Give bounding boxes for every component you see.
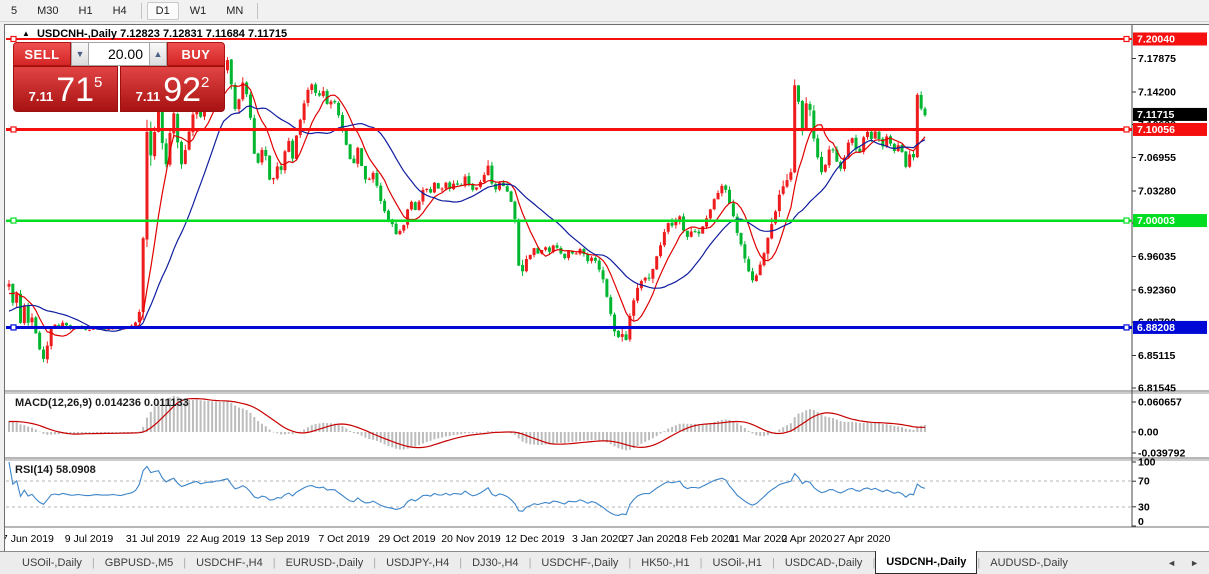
timeframe-button-D1[interactable]: D1 [146,1,179,20]
svg-text:7.11715: 7.11715 [1137,109,1175,121]
ask-price-sup: 2 [201,74,210,91]
sell-button[interactable]: SELL [13,42,71,66]
svg-text:7.10056: 7.10056 [1137,124,1175,136]
svg-text:17 Jun 2019: 17 Jun 2019 [5,533,54,545]
svg-text:13 Sep 2019: 13 Sep 2019 [250,533,310,545]
svg-text:7.03280: 7.03280 [1138,185,1176,197]
chart-ohlc-values: 7.12823 7.12831 7.11684 7.11715 [120,28,288,40]
ask-price-display[interactable]: 7.11 92 2 [120,66,225,112]
timeframe-button-W1[interactable]: W1 [181,2,216,20]
chart-tab[interactable]: AUDUSD-,Daily [980,552,1078,574]
spin-up-icon: ▲ [153,49,163,59]
svg-text:7.17875: 7.17875 [1138,53,1176,65]
spin-down-icon: ▼ [75,49,85,59]
one-click-trade-panel: SELL ▼ ▲ BUY 7.11 71 5 7.11 92 [13,42,225,112]
volume-input[interactable] [89,42,149,66]
svg-text:7.20040: 7.20040 [1137,34,1175,46]
chart-tab[interactable]: USOil-,H1 [702,552,772,574]
chart-symbol-label: USDCNH-,Daily [36,28,118,40]
svg-text:27 Jan 2020: 27 Jan 2020 [622,533,680,545]
svg-text:7 Oct 2019: 7 Oct 2019 [318,533,370,545]
svg-text:20 Nov 2019: 20 Nov 2019 [441,533,501,545]
svg-text:6.92360: 6.92360 [1138,284,1176,296]
chart-marker-icon: ▲ [22,29,30,38]
bid-price-small: 7.11 [28,89,54,104]
macd-indicator-label: MACD(12,26,9) 0.014236 0.011133 [15,397,189,409]
svg-text:18 Feb 2020: 18 Feb 2020 [676,533,735,545]
chart-title: ▲ USDCNH-,Daily 7.12823 7.12831 7.11684 … [22,28,287,40]
svg-text:29 Oct 2019: 29 Oct 2019 [378,533,435,545]
svg-text:0.060657: 0.060657 [1138,397,1182,409]
chart-tab[interactable]: USDCNH-,Daily [875,551,978,574]
svg-text:0.00: 0.00 [1138,427,1159,439]
bid-price-big: 71 [56,71,95,109]
svg-text:11 Mar 2020: 11 Mar 2020 [729,533,787,545]
volume-increase-button[interactable]: ▲ [149,42,167,66]
ask-price-big: 92 [163,71,202,109]
chart-tab[interactable]: DJ30-,H4 [462,552,528,574]
svg-text:2 Apr 2020: 2 Apr 2020 [782,533,833,545]
chart-tab[interactable]: USDCHF-,Daily [531,552,628,574]
svg-text:31 Jul 2019: 31 Jul 2019 [126,533,180,545]
trading-terminal: 5M30H1H4D1W1MN 7.178757.142007.106307.06… [0,0,1209,574]
svg-text:3 Jan 2020: 3 Jan 2020 [572,533,624,545]
svg-text:6.96035: 6.96035 [1138,251,1176,263]
timeframe-button-H1[interactable]: H1 [70,2,102,20]
svg-text:7.06955: 7.06955 [1138,152,1176,164]
buy-button[interactable]: BUY [167,42,225,66]
svg-text:12 Dec 2019: 12 Dec 2019 [505,533,565,545]
svg-text:9 Jul 2019: 9 Jul 2019 [65,533,114,545]
svg-text:27 Apr 2020: 27 Apr 2020 [834,533,891,545]
chart-tab[interactable]: USDCAD-,Daily [775,552,873,574]
svg-text:7.14200: 7.14200 [1138,86,1176,98]
toolbar-separator [140,2,142,19]
chart-tab[interactable]: USDCHF-,H4 [186,552,273,574]
svg-text:6.81545: 6.81545 [1138,382,1176,394]
ask-price-small: 7.11 [135,89,161,104]
svg-text:100: 100 [1138,457,1156,469]
timeframe-button-M30[interactable]: M30 [28,2,67,20]
chart-tab[interactable]: USDJPY-,H4 [376,552,459,574]
chart-tab[interactable]: HK50-,H1 [631,552,699,574]
bid-price-sup: 5 [94,74,103,91]
chart-tab[interactable]: GBPUSD-,M5 [95,552,183,574]
timeframe-button-H4[interactable]: H4 [104,2,136,20]
toolbar-separator [257,2,259,19]
rsi-indicator-label: RSI(14) 58.0908 [15,464,96,476]
svg-text:7.00003: 7.00003 [1137,215,1175,227]
timeframe-button-5[interactable]: 5 [2,2,26,20]
chart-tab[interactable]: EURUSD-,Daily [276,552,374,574]
svg-text:0: 0 [1138,516,1144,528]
chart-tab-bar: USOil-,Daily | GBPUSD-,M5 | USDCHF-,H4 | EURUS… [0,551,1209,574]
svg-text:6.88208: 6.88208 [1137,322,1175,334]
svg-text:6.85115: 6.85115 [1138,350,1176,362]
svg-text:70: 70 [1138,476,1150,488]
tab-scroll-right-icon[interactable]: ► [1190,558,1199,568]
bid-price-display[interactable]: 7.11 71 5 [13,66,118,112]
tab-scroll-left-icon[interactable]: ◄ [1167,558,1176,568]
svg-text:30: 30 [1138,501,1150,513]
timeframe-button-MN[interactable]: MN [217,2,252,20]
chart-tab[interactable]: USOil-,Daily [12,552,92,574]
timeframe-toolbar: 5 M30 H1 H4 D1 W1 MN [0,0,1209,22]
svg-text:22 Aug 2019: 22 Aug 2019 [187,533,246,545]
volume-decrease-button[interactable]: ▼ [71,42,89,66]
chart-window[interactable]: 7.178757.142007.106307.069557.032806.997… [4,24,1209,551]
